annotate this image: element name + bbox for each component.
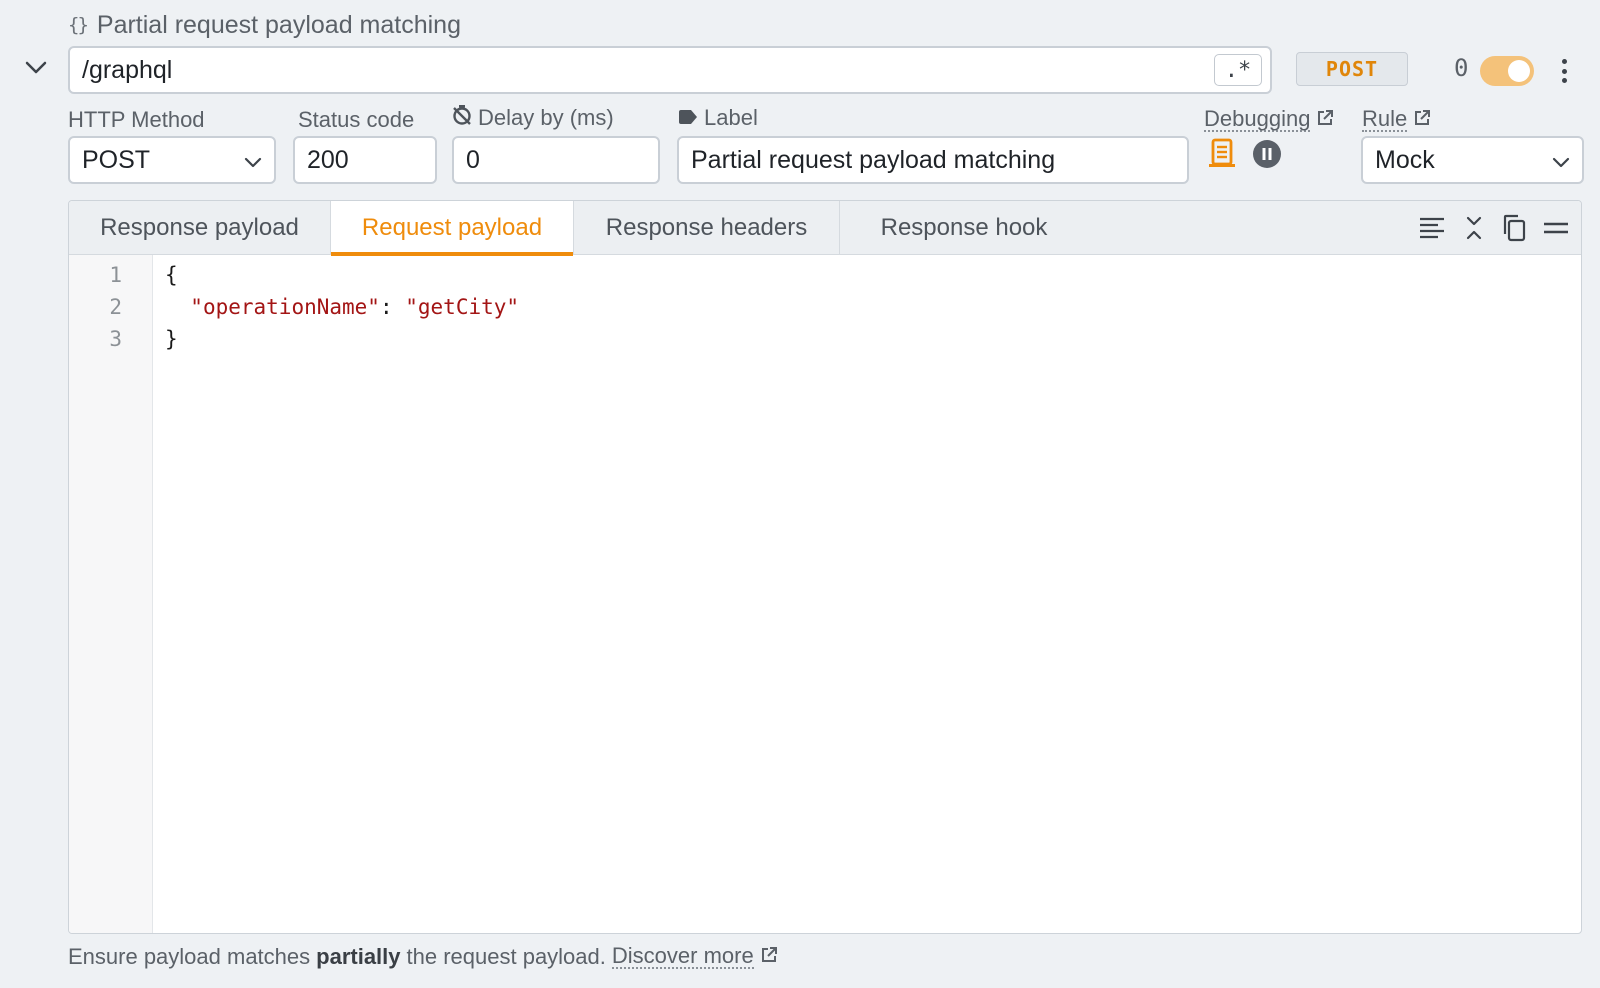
enable-toggle[interactable]	[1480, 56, 1534, 86]
url-value: /graphql	[82, 55, 173, 84]
delay-input[interactable]: 0	[452, 136, 660, 184]
url-input[interactable]: /graphql	[68, 46, 1272, 94]
mock-title: Partial request payload matching	[96, 10, 461, 39]
format-icon[interactable]	[1417, 213, 1447, 243]
tab-response-hook[interactable]: Response hook	[840, 201, 1088, 255]
tab-response-headers[interactable]: Response headers	[574, 201, 840, 255]
tag-icon	[678, 105, 698, 131]
pause-icon[interactable]	[1252, 139, 1282, 169]
method-badge: POST	[1296, 52, 1408, 86]
http-method-select[interactable]: POST	[68, 136, 276, 184]
braces-icon: {}	[68, 14, 89, 36]
line-number: 1	[109, 263, 122, 287]
label-label: Label	[678, 104, 758, 132]
status-code-input[interactable]: 200	[293, 136, 437, 184]
external-link-icon	[760, 944, 778, 970]
external-link-icon	[1413, 107, 1431, 133]
code-line[interactable]: }	[165, 327, 178, 351]
toggle-knob	[1508, 60, 1530, 82]
payload-editor-panel: Response payload Request payload Respons…	[68, 200, 1582, 934]
tab-bar: Response payload Request payload Respons…	[69, 201, 1581, 256]
collapse-icon[interactable]	[1459, 213, 1489, 243]
http-method-value: POST	[82, 145, 151, 174]
tab-response-payload[interactable]: Response payload	[69, 201, 331, 255]
http-method-label: HTTP Method	[68, 107, 205, 132]
delay-label: Delay by (ms)	[452, 104, 614, 132]
chevron-down-icon	[244, 146, 262, 175]
menu-icon[interactable]	[1541, 213, 1571, 243]
code-line[interactable]: "operationName": "getCity"	[165, 295, 519, 319]
chevron-down-icon[interactable]	[24, 56, 48, 80]
notes-icon[interactable]	[1208, 138, 1236, 170]
discover-more-link[interactable]: Discover more	[611, 945, 754, 969]
line-number: 3	[109, 327, 122, 351]
hit-count: 0	[1454, 54, 1469, 82]
label-input[interactable]: Partial request payload matching	[677, 136, 1189, 184]
regex-toggle-button[interactable]: .*	[1214, 54, 1262, 86]
footer-note: Ensure payload matches partially the req…	[68, 944, 778, 970]
debugging-link[interactable]: Debugging	[1204, 106, 1334, 134]
status-code-label: Status code	[298, 107, 415, 132]
chevron-down-icon	[1552, 146, 1570, 175]
tab-request-payload[interactable]: Request payload	[330, 201, 574, 256]
external-link-icon	[1316, 107, 1334, 133]
rule-value: Mock	[1375, 145, 1435, 174]
rule-select[interactable]: Mock	[1361, 136, 1584, 184]
line-number: 2	[109, 295, 122, 319]
more-vertical-icon[interactable]	[1554, 56, 1574, 86]
mock-title-row: {} Partial request payload matching	[68, 10, 461, 40]
rule-link[interactable]: Rule	[1362, 106, 1431, 134]
line-number-gutter: 1 2 3	[69, 255, 153, 933]
copy-icon[interactable]	[1499, 213, 1529, 243]
timer-off-icon	[452, 104, 472, 132]
code-line[interactable]: {	[165, 263, 178, 287]
